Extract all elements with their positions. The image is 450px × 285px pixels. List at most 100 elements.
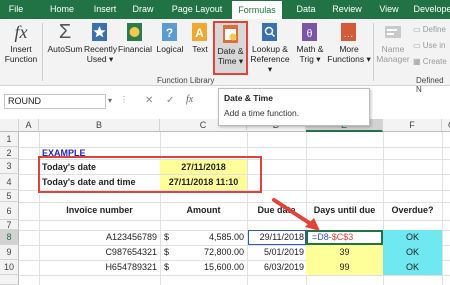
name-manager-label-1: Name xyxy=(381,44,405,54)
date-time-button[interactable]: Date & Time ▾ xyxy=(213,21,248,75)
row-header[interactable]: 5 xyxy=(0,190,19,202)
date-highlight-box xyxy=(38,156,262,193)
tab-view[interactable]: View xyxy=(376,0,402,19)
financial-button[interactable]: Financial xyxy=(118,22,152,54)
amount-cell[interactable]: 4,585.00 xyxy=(176,232,244,242)
create-from-selection-label: Create xyxy=(422,57,447,66)
use-in-formula-button[interactable]: ▭ Use in xyxy=(413,41,445,50)
logical-button[interactable]: ? Logical xyxy=(155,22,185,54)
row-header[interactable]: 8 xyxy=(0,230,19,245)
text-button[interactable]: A Text xyxy=(188,22,212,54)
tag-icon: ▭ xyxy=(413,25,423,34)
cancel-icon[interactable]: ✕ xyxy=(145,95,153,106)
tab-review[interactable]: Review xyxy=(328,0,366,19)
insert-function-button[interactable]: fx Insert Function xyxy=(3,22,39,64)
tooltip-description: Add a time function. xyxy=(224,108,300,118)
svg-text:θ: θ xyxy=(307,26,313,40)
days-until-due-cell[interactable]: 99 xyxy=(306,262,383,272)
name-box[interactable]: ROUND xyxy=(4,94,106,109)
grip-icon: ⋮ xyxy=(120,95,128,104)
invoice-cell[interactable]: A123456789 xyxy=(42,232,157,242)
more-functions-icon: … xyxy=(339,22,359,42)
financial-icon xyxy=(125,22,145,42)
text-label: Text xyxy=(192,44,208,54)
define-name-button[interactable]: ▭ Define xyxy=(413,25,446,34)
row-header[interactable]: 1 xyxy=(0,132,19,147)
currency-cell: $ xyxy=(164,232,170,242)
select-all-corner[interactable] xyxy=(0,119,19,132)
row-header[interactable]: 3 xyxy=(0,159,19,174)
question-book-icon: ? xyxy=(160,22,180,42)
lookup-reference-label-2: Reference ▾ xyxy=(250,54,290,74)
recently-used-label-2: Used ▾ xyxy=(86,54,114,64)
name-manager-label-2: Manager xyxy=(376,54,410,64)
math-trig-label-1: Math & xyxy=(296,44,324,54)
enter-icon[interactable]: ✓ xyxy=(166,95,174,106)
row-header[interactable]: 6 xyxy=(0,202,19,220)
fx-icon[interactable]: fx xyxy=(186,94,193,105)
amount-cell[interactable]: 72,800.00 xyxy=(176,247,244,257)
overdue-cell[interactable]: OK xyxy=(383,232,442,242)
name-box-dropdown-icon[interactable]: ▾ xyxy=(108,96,112,105)
theta-book-icon: θ xyxy=(300,22,320,42)
svg-text:…: … xyxy=(344,29,354,40)
days-until-due-cell[interactable]: 39 xyxy=(306,247,383,257)
due-date-cell[interactable]: 6/03/2019 xyxy=(247,262,304,272)
column-header[interactable]: G xyxy=(442,119,450,132)
overdue-cell[interactable]: OK xyxy=(383,247,442,257)
tab-file[interactable]: File xyxy=(6,0,26,19)
amount-cell[interactable]: 15,600.00 xyxy=(176,262,244,272)
currency-cell: $ xyxy=(164,262,170,272)
tab-home[interactable]: Home xyxy=(44,0,80,19)
autosum-label: AutoSum xyxy=(47,44,83,54)
tab-insert[interactable]: Insert xyxy=(88,0,122,19)
autosum-button[interactable]: Σ AutoSum xyxy=(44,22,86,54)
star-book-icon xyxy=(90,22,110,42)
header-invoice: Invoice number xyxy=(66,205,133,215)
invoice-cell[interactable]: H654789321 xyxy=(42,262,157,272)
recently-used-button[interactable]: Recently Used ▾ xyxy=(84,22,117,64)
tab-page-layout[interactable]: Page Layout xyxy=(168,0,226,19)
date-time-label-1: Date & xyxy=(217,46,244,56)
svg-text:?: ? xyxy=(166,26,173,40)
row-header[interactable]: 9 xyxy=(0,245,19,260)
tab-formulas[interactable]: Formulas xyxy=(232,1,282,19)
ribbon-formulas: fx Insert Function Σ AutoSum Recently Us… xyxy=(0,19,450,94)
row-header[interactable] xyxy=(0,275,19,285)
tab-developer[interactable]: Developer xyxy=(410,0,450,19)
red-arrow-annotation xyxy=(272,198,320,231)
column-header[interactable]: F xyxy=(383,119,442,132)
row-header[interactable]: 2 xyxy=(0,147,19,159)
sigma-icon: Σ xyxy=(58,21,72,43)
formula-icon: ▭ xyxy=(413,41,423,50)
function-library-group-label: Function Library xyxy=(157,76,215,85)
fx-icon: fx xyxy=(14,22,28,42)
overdue-cell[interactable]: OK xyxy=(383,262,442,272)
create-from-selection-button[interactable]: ▦ Create xyxy=(413,57,447,66)
column-header[interactable]: B xyxy=(39,119,160,132)
currency-cell: $ xyxy=(164,247,170,257)
row-header[interactable]: 7 xyxy=(0,220,19,230)
gridline xyxy=(19,202,450,203)
formula-ref-c3: $C$3 xyxy=(331,232,354,242)
header-overdue: Overdue? xyxy=(391,205,434,215)
gridline xyxy=(19,275,450,276)
invoice-cell[interactable]: C987654321 xyxy=(42,247,157,257)
insert-function-label-1: Insert xyxy=(10,44,32,54)
more-functions-button[interactable]: … More Functions ▾ xyxy=(327,22,371,64)
svg-text:A: A xyxy=(195,26,204,40)
lookup-reference-label-1: Lookup & xyxy=(252,44,288,54)
column-header[interactable]: A xyxy=(19,119,39,132)
tab-data[interactable]: Data xyxy=(292,0,320,19)
row-header[interactable]: 10 xyxy=(0,260,19,275)
tab-draw[interactable]: Draw xyxy=(128,0,158,19)
due-date-cell[interactable]: 5/01/2019 xyxy=(247,247,304,257)
use-in-formula-label: Use in xyxy=(422,41,446,50)
text-book-icon: A xyxy=(190,22,210,42)
gridline xyxy=(19,220,450,221)
magnifier-book-icon xyxy=(260,22,280,42)
row-header[interactable]: 4 xyxy=(0,174,19,190)
math-trig-button[interactable]: θ Math & Trig ▾ xyxy=(292,22,328,64)
lookup-reference-button[interactable]: Lookup & Reference ▾ xyxy=(248,22,292,74)
name-manager-button[interactable]: Name Manager xyxy=(376,22,410,64)
